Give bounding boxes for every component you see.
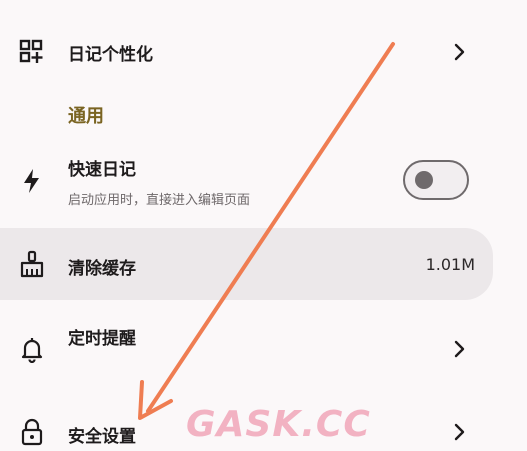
diary-personalize-label: 日记个性化: [68, 45, 153, 65]
grid-plus-icon: [18, 38, 46, 66]
quick-diary-toggle[interactable]: [403, 160, 469, 200]
settings-item-reminder[interactable]: 定时提醒: [0, 318, 527, 380]
watermark: GASK.CC: [186, 404, 371, 445]
cache-size-value: 1.01M: [425, 255, 475, 274]
broom-icon: [18, 250, 46, 278]
clear-cache-label: 清除缓存: [68, 259, 136, 279]
lightning-icon: [18, 167, 46, 195]
bell-icon: [18, 335, 46, 363]
chevron-right-icon: [449, 42, 469, 62]
toggle-knob: [415, 171, 433, 189]
lock-icon: [18, 418, 46, 446]
chevron-right-icon: [449, 422, 469, 442]
reminder-label: 定时提醒: [68, 329, 136, 349]
quick-diary-description: 启动应用时，直接进入编辑页面: [68, 193, 251, 208]
settings-item-clear-cache[interactable]: 清除缓存 1.01M: [0, 228, 527, 300]
security-label: 安全设置: [68, 427, 136, 447]
quick-diary-label: 快速日记: [68, 160, 136, 180]
section-title-general: 通用: [68, 106, 104, 127]
settings-item-diary-personalize[interactable]: 日记个性化: [0, 30, 527, 74]
chevron-right-icon: [449, 339, 469, 359]
